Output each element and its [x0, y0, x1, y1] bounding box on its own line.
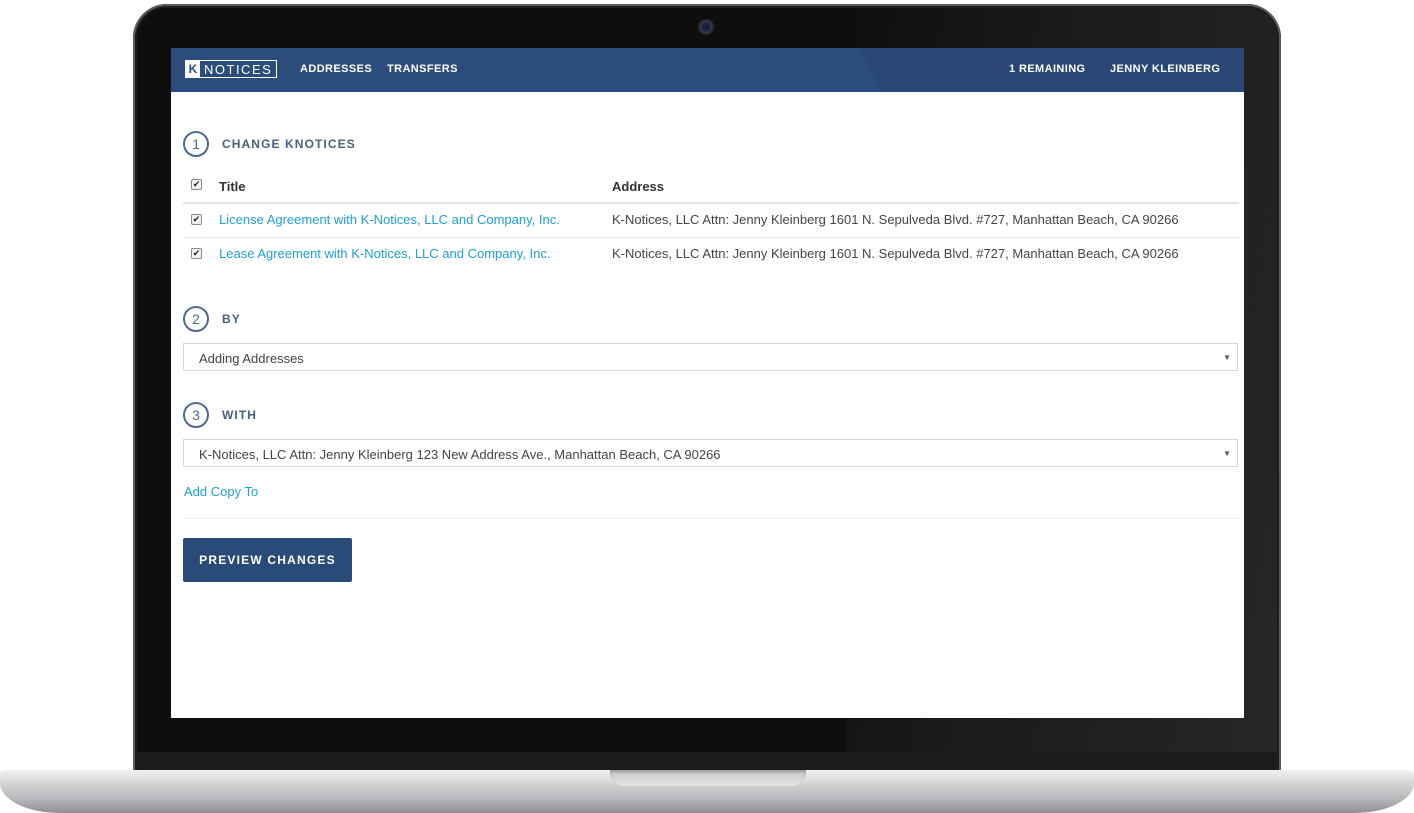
webcam [700, 21, 712, 33]
user-menu[interactable]: JENNY KLEINBERG [1110, 63, 1220, 75]
row-address: K-Notices, LLC Attn: Jenny Kleinberg 160… [612, 246, 1179, 261]
nav-addresses[interactable]: ADDRESSES [300, 63, 372, 75]
add-copy-to-link[interactable]: Add Copy To [184, 484, 258, 499]
logo-text: NOTICES [204, 61, 273, 77]
step-1-number: 1 [183, 131, 209, 157]
row-title-link[interactable]: License Agreement with K-Notices, LLC an… [219, 212, 560, 227]
row-title-link[interactable]: Lease Agreement with K-Notices, LLC and … [219, 246, 550, 261]
table-header: ✔ Title Address [183, 174, 1239, 204]
table-row: ✔ License Agreement with K-Notices, LLC … [183, 203, 1239, 238]
nav-transfers[interactable]: TRANSFERS [387, 63, 458, 75]
by-select[interactable]: Adding Addresses ▼ [183, 343, 1238, 371]
select-all-checkbox[interactable]: ✔ [191, 179, 202, 190]
step-1-label: CHANGE KNOTICES [222, 137, 356, 151]
row-checkbox[interactable]: ✔ [191, 248, 202, 259]
step-2-label: BY [222, 312, 241, 326]
by-select-value: Adding Addresses [199, 351, 304, 366]
row-checkbox[interactable]: ✔ [191, 214, 202, 225]
top-navbar: K NOTICES ADDRESSES TRANSFERS 1 REMAININ… [171, 48, 1244, 92]
step-1-header: 1 CHANGE KNOTICES [183, 131, 356, 157]
preview-changes-button[interactable]: PREVIEW CHANGES [183, 538, 352, 582]
step-2-number: 2 [183, 306, 209, 332]
column-address: Address [612, 179, 665, 194]
step-3-number: 3 [183, 402, 209, 428]
with-select-value: K-Notices, LLC Attn: Jenny Kleinberg 123… [199, 447, 721, 462]
knotices-logo[interactable]: K NOTICES [185, 60, 278, 78]
laptop-notch [610, 770, 806, 786]
laptop-bezel [137, 752, 1277, 772]
remaining-count[interactable]: 1 REMAINING [1009, 63, 1086, 75]
chevron-down-icon: ▼ [1223, 353, 1231, 362]
chevron-down-icon: ▼ [1223, 449, 1231, 458]
app-screen: K NOTICES ADDRESSES TRANSFERS 1 REMAININ… [171, 48, 1244, 718]
column-title: Title [219, 179, 246, 194]
logo-k-mark: K [186, 61, 200, 77]
row-address: K-Notices, LLC Attn: Jenny Kleinberg 160… [612, 212, 1179, 227]
table-row: ✔ Lease Agreement with K-Notices, LLC an… [183, 237, 1239, 271]
step-2-header: 2 BY [183, 306, 241, 332]
section-divider [183, 518, 1239, 519]
step-3-label: WITH [222, 408, 258, 422]
step-3-header: 3 WITH [183, 402, 257, 428]
with-select[interactable]: K-Notices, LLC Attn: Jenny Kleinberg 123… [183, 439, 1238, 467]
